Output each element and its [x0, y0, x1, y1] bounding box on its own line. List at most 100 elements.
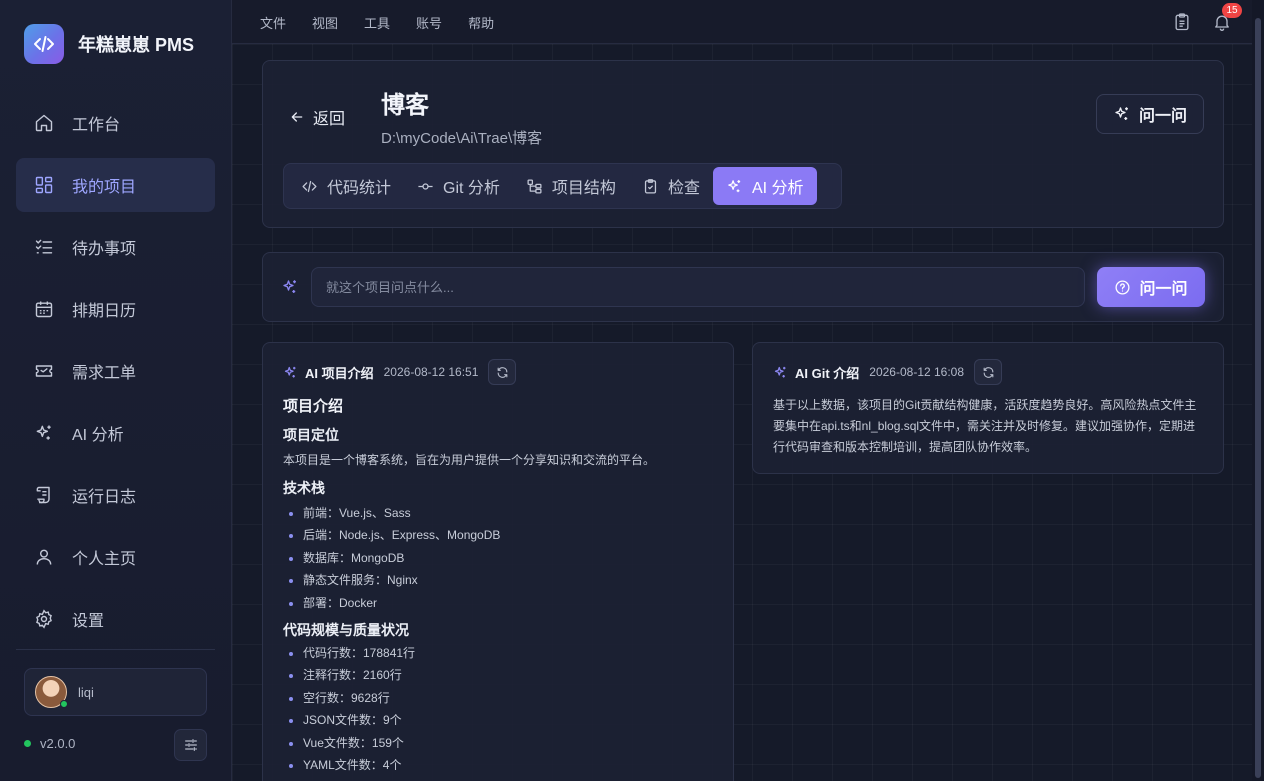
sidebar-item-logs[interactable]: 运行日志 — [16, 468, 215, 522]
sidebar-item-label: 排期日历 — [72, 303, 137, 320]
calendar-icon — [35, 301, 53, 318]
sidebar-item-label: 运行日志 — [72, 489, 137, 506]
refresh-button[interactable] — [488, 359, 517, 385]
stack-heading: 技术栈 — [283, 480, 325, 496]
scrollbar[interactable] — [1252, 0, 1264, 781]
analysis-tabs: 代码统计 Git 分析 项目结构 检查 AI 分析 — [283, 163, 842, 209]
main-content: 返回 博客 D:\myCode\Ai\Trae\博客 问一问 代码统计 Git … — [232, 44, 1252, 781]
ai-git-intro-card: AI Git 介绍 2026-08-12 16:08 基于以上数据，该项目的Gi… — [752, 342, 1224, 474]
code-icon — [302, 180, 317, 192]
back-button[interactable]: 返回 — [289, 105, 345, 129]
list-item: 注释行数：2160行 — [283, 664, 713, 686]
sidebar-item-tickets[interactable]: 需求工单 — [16, 344, 215, 398]
tab-label: Git 分析 — [443, 180, 500, 197]
tab-project-structure[interactable]: 项目结构 — [513, 167, 629, 205]
sidebar-item-label: 待办事项 — [72, 241, 137, 258]
brand[interactable]: 年糕崽崽 PMS — [24, 24, 194, 64]
top-menu-bar: 文件 视图 工具 账号 帮助 15 — [232, 0, 1252, 44]
avatar[interactable] — [35, 676, 68, 708]
menu-bar: 文件 视图 工具 账号 帮助 — [260, 0, 520, 44]
ask-input[interactable] — [311, 267, 1085, 307]
menu-file[interactable]: 文件 — [260, 13, 286, 32]
sidebar-settings-button[interactable] — [174, 729, 207, 761]
list-item: 部署：Docker — [283, 592, 713, 614]
menu-help[interactable]: 帮助 — [468, 13, 494, 32]
gear-icon — [36, 609, 52, 629]
sidebar-item-todos[interactable]: 待办事项 — [16, 220, 215, 274]
intro-content: 项目介绍 项目定位 本项目是一个博客系统，旨在为用户提供一个分享知识和交流的平台… — [283, 397, 713, 776]
menu-view[interactable]: 视图 — [312, 13, 338, 32]
sidebar: 年糕崽崽 PMS 工作台 我的项目 待办事项 排期日历 需求工单 AI 分析 运… — [0, 0, 232, 781]
sidebar-item-calendar[interactable]: 排期日历 — [16, 282, 215, 336]
refresh-icon — [497, 366, 508, 378]
git-commit-icon — [418, 182, 433, 190]
tab-git-analysis[interactable]: Git 分析 — [404, 167, 513, 205]
tab-code-stats[interactable]: 代码统计 — [288, 167, 404, 205]
sparkles-icon — [283, 280, 296, 293]
sidebar-nav: 工作台 我的项目 待办事项 排期日历 需求工单 AI 分析 运行日志 个人主页 — [16, 96, 215, 654]
checklist-icon — [35, 239, 53, 254]
sliders-icon — [184, 739, 197, 751]
grid-icon — [35, 176, 53, 194]
back-label: 返回 — [313, 111, 346, 128]
sidebar-item-ai-analysis[interactable]: AI 分析 — [16, 406, 215, 460]
code-logo-icon — [24, 24, 64, 64]
user-name: liqi — [78, 684, 94, 700]
ask-submit-button[interactable]: 问一问 — [1097, 267, 1205, 307]
ai-project-intro-card: AI 项目介绍 2026-08-12 16:51 项目介绍 项目定位 本项目是一… — [262, 342, 734, 781]
list-item: 静态文件服务：Nginx — [283, 569, 713, 591]
list-item: 数据库：MongoDB — [283, 547, 713, 569]
project-path: D:\myCode\Ai\Trae\博客 — [381, 130, 543, 147]
question-circle-icon — [1115, 279, 1130, 295]
menu-account[interactable]: 账号 — [416, 13, 442, 32]
tab-label: 检查 — [667, 180, 700, 197]
quality-heading: 代码规模与质量状况 — [283, 621, 409, 638]
sidebar-item-workbench[interactable]: 工作台 — [16, 96, 215, 150]
list-item: YAML文件数：4个 — [283, 754, 713, 776]
ask-header-button[interactable]: 问一问 — [1096, 94, 1204, 134]
project-header: 返回 博客 D:\myCode\Ai\Trae\博客 问一问 代码统计 Git … — [262, 60, 1224, 228]
list-item: JSON文件数：9个 — [283, 709, 713, 731]
card-timestamp: 2026-08-12 16:08 — [869, 365, 965, 379]
sparkles-icon — [774, 366, 786, 377]
sidebar-item-label: 我的项目 — [72, 179, 137, 196]
menu-tools[interactable]: 工具 — [364, 13, 390, 32]
positioning-heading: 项目定位 — [283, 427, 339, 443]
clipboard-icon[interactable] — [1172, 12, 1192, 32]
structure-icon — [527, 178, 542, 194]
list-item: 后端：Node.js、Express、MongoDB — [283, 524, 713, 546]
tab-inspection[interactable]: 检查 — [629, 167, 713, 205]
app-name: 年糕崽崽 PMS — [78, 35, 195, 55]
list-item: 空行数：9628行 — [283, 687, 713, 709]
home-icon — [35, 114, 53, 132]
sparkles-icon — [284, 366, 296, 377]
tab-label: AI 分析 — [751, 180, 804, 197]
refresh-button[interactable] — [974, 359, 1003, 385]
page-title: 博客 — [381, 92, 429, 119]
ticket-icon — [35, 365, 53, 377]
list-item: 代码行数：178841行 — [283, 642, 713, 664]
card-title: AI 项目介绍 — [305, 365, 374, 381]
scroll-icon — [36, 486, 50, 504]
sidebar-divider — [16, 649, 215, 650]
list-item: 前端：Vue.js、Sass — [283, 502, 713, 524]
card-timestamp: 2026-08-12 16:51 — [383, 365, 479, 379]
ask-header-label: 问一问 — [1138, 108, 1187, 125]
sparkles-icon — [728, 179, 741, 192]
tab-ai-analysis[interactable]: AI 分析 — [712, 167, 817, 205]
tab-label: 项目结构 — [551, 180, 616, 197]
stack-list: 前端：Vue.js、Sass 后端：Node.js、Express、MongoD… — [283, 502, 713, 614]
sidebar-item-label: 需求工单 — [72, 365, 137, 382]
user-card[interactable]: liqi — [24, 668, 207, 716]
sidebar-item-profile[interactable]: 个人主页 — [16, 530, 215, 584]
quality-list: 代码行数：178841行 注释行数：2160行 空行数：9628行 JSON文件… — [283, 642, 713, 776]
sidebar-item-projects[interactable]: 我的项目 — [16, 158, 215, 212]
scrollbar-thumb[interactable] — [1255, 18, 1261, 778]
arrow-left-icon — [291, 112, 303, 122]
card-header: AI 项目介绍 2026-08-12 16:51 — [283, 359, 517, 385]
ask-bar: 问一问 — [262, 252, 1224, 322]
ask-submit-label: 问一问 — [1139, 281, 1188, 298]
sidebar-item-settings[interactable]: 设置 — [16, 592, 215, 646]
list-item: Vue文件数：159个 — [283, 732, 713, 754]
sidebar-item-label: 工作台 — [72, 117, 121, 134]
